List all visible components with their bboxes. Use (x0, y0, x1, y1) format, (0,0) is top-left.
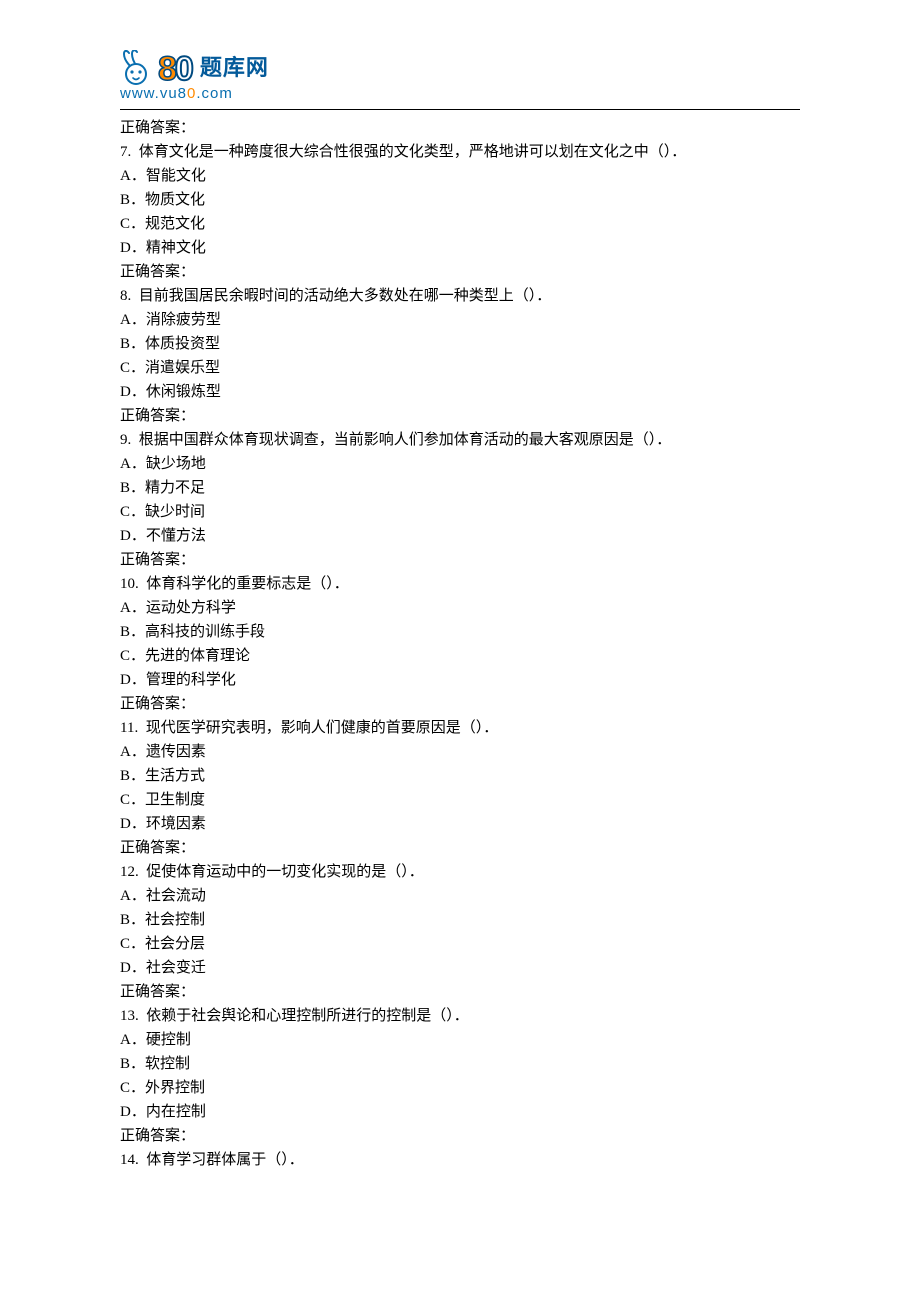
question-option: D．精神文化 (120, 236, 800, 260)
question-option: B．体质投资型 (120, 332, 800, 356)
question-option: B．软控制 (120, 1052, 800, 1076)
brand-url: www.vu80.com (120, 82, 800, 106)
brand-name-cn: 题库网 (200, 50, 269, 85)
bunny-icon (120, 50, 154, 86)
question-option: C．卫生制度 (120, 788, 800, 812)
question-option: A．智能文化 (120, 164, 800, 188)
question-option: C．先进的体育理论 (120, 644, 800, 668)
question-stem: 13. 依赖于社会舆论和心理控制所进行的控制是（）． (120, 1004, 800, 1028)
question-option: C．消遣娱乐型 (120, 356, 800, 380)
question-option: D．环境因素 (120, 812, 800, 836)
answer-line: 正确答案： (120, 1124, 800, 1148)
page-header: 8 0 题库网 www.vu80.com (120, 50, 800, 110)
url-prefix: www.vu8 (120, 85, 187, 102)
question-stem: 10. 体育科学化的重要标志是（）． (120, 572, 800, 596)
question-option: B．生活方式 (120, 764, 800, 788)
question-option: B．精力不足 (120, 476, 800, 500)
question-option: C．规范文化 (120, 212, 800, 236)
question-stem: 14. 体育学习群体属于（）． (120, 1148, 800, 1172)
logo: 8 0 题库网 (120, 50, 800, 86)
question-option: D．休闲锻炼型 (120, 380, 800, 404)
question-stem: 9. 根据中国群众体育现状调查，当前影响人们参加体育活动的最大客观原因是（）． (120, 428, 800, 452)
question-stem: 7. 体育文化是一种跨度很大综合性很强的文化类型，严格地讲可以划在文化之中（）． (120, 140, 800, 164)
question-option: C．社会分层 (120, 932, 800, 956)
question-option: C．缺少时间 (120, 500, 800, 524)
question-option: D．内在控制 (120, 1100, 800, 1124)
logo-digit-0: 0 (175, 52, 194, 86)
lead-answer-line: 正确答案： (120, 116, 800, 140)
answer-line: 正确答案： (120, 980, 800, 1004)
question-content: 正确答案： 7. 体育文化是一种跨度很大综合性很强的文化类型，严格地讲可以划在文… (120, 116, 800, 1172)
question-option: A．硬控制 (120, 1028, 800, 1052)
question-option: B．社会控制 (120, 908, 800, 932)
logo-80: 8 0 (158, 52, 194, 86)
question-option: A．社会流动 (120, 884, 800, 908)
question-option: B．高科技的训练手段 (120, 620, 800, 644)
question-option: C．外界控制 (120, 1076, 800, 1100)
question-option: A．遗传因素 (120, 740, 800, 764)
header-divider (120, 109, 800, 110)
question-option: D．不懂方法 (120, 524, 800, 548)
url-highlight: 0 (187, 85, 196, 102)
question-option: D．管理的科学化 (120, 668, 800, 692)
question-option: D．社会变迁 (120, 956, 800, 980)
question-option: A．消除疲劳型 (120, 308, 800, 332)
answer-line: 正确答案： (120, 692, 800, 716)
question-option: B．物质文化 (120, 188, 800, 212)
answer-line: 正确答案： (120, 836, 800, 860)
question-option: A．缺少场地 (120, 452, 800, 476)
answer-line: 正确答案： (120, 260, 800, 284)
question-stem: 8. 目前我国居民余暇时间的活动绝大多数处在哪一种类型上（）． (120, 284, 800, 308)
url-suffix: .com (196, 85, 233, 102)
answer-line: 正确答案： (120, 548, 800, 572)
document-page: 8 0 题库网 www.vu80.com 正确答案： 7. 体育文化是一种跨度很… (0, 0, 920, 1302)
question-option: A．运动处方科学 (120, 596, 800, 620)
answer-line: 正确答案： (120, 404, 800, 428)
question-stem: 11. 现代医学研究表明，影响人们健康的首要原因是（）． (120, 716, 800, 740)
question-stem: 12. 促使体育运动中的一切变化实现的是（）． (120, 860, 800, 884)
